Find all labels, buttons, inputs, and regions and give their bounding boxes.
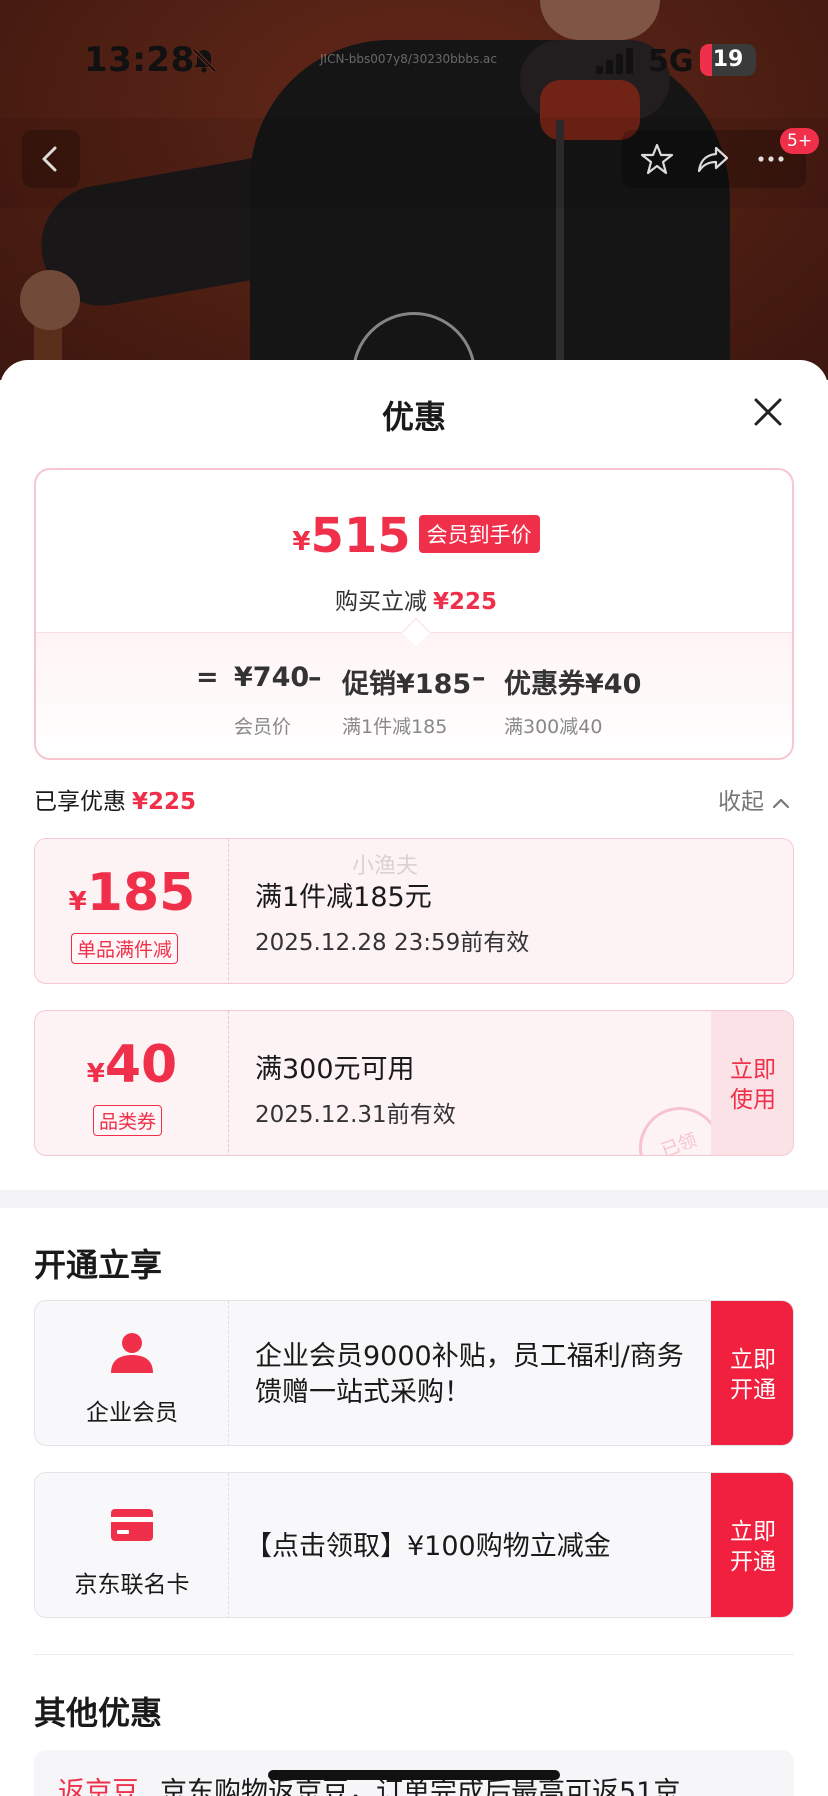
use-now-label-line2: 使用 (730, 1087, 776, 1113)
member-description: 【点击领取】¥100购物立减金 (245, 1531, 611, 1562)
signal-icon (596, 48, 633, 74)
coupon-amount: ¥185 (35, 863, 229, 923)
member-description: 企业会员9000补贴，员工福利/商务馈赠一站式采购！ (255, 1341, 684, 1408)
enjoyed-discount: 已享优惠 ¥225 (34, 782, 196, 816)
formula-coupon: 优惠券¥40 (504, 669, 642, 700)
coupon-amount: ¥40 (35, 1035, 229, 1095)
coupon-valid-date: 2025.12.31前有效 (255, 1102, 456, 1128)
coupon-currency: ¥ (86, 1059, 105, 1089)
section-divider (0, 1190, 828, 1208)
open-now-button[interactable]: 立即 开通 (711, 1473, 793, 1617)
user-watermark: 小渔夫 (352, 854, 419, 879)
message-count-badge: 5+ (780, 128, 820, 154)
star-icon[interactable] (640, 142, 674, 176)
coupon-card[interactable]: ¥40 品类券 满300元可用 2025.12.31前有效 已领 立即 使用 (34, 1010, 794, 1156)
coupon-title: 满300元可用 (255, 1054, 415, 1085)
person-icon (111, 1333, 153, 1373)
reduce-label: 购买立减 (334, 589, 427, 615)
coupon-type: 品类券 (93, 1105, 163, 1136)
member-price-tag: 会员到手价 (418, 515, 540, 553)
open-now-label-line1: 立即 (730, 1347, 776, 1373)
status-bar: 13:28 JICN-bbs007y8/30230bbbs.ac 5G 19 (0, 0, 828, 110)
formula-promo: 促销¥185 (342, 669, 472, 700)
formula-promo-sub: 满1件减185 (342, 716, 448, 738)
battery-icon: 19 (700, 44, 756, 76)
back-button[interactable] (22, 130, 80, 188)
price-summary-card: ¥515 会员到手价 购买立减 ¥225 = ¥740 – 促销¥185 – 优惠券… (34, 468, 794, 760)
formula-base-sub: 会员价 (234, 716, 292, 738)
open-now-button[interactable]: 立即 开通 (711, 1301, 793, 1445)
status-time: 13:28 (84, 40, 195, 80)
formula-equals: = (196, 662, 219, 693)
membership-section-title: 开通立享 (34, 1246, 163, 1284)
coupon-value: 40 (104, 1035, 178, 1095)
member-icon-block: 京东联名卡 (35, 1473, 229, 1617)
coupon-title: 满1件减185元 (255, 882, 432, 913)
formula-coupon-sub: 满300减40 (504, 716, 603, 738)
network-label: 5G (648, 44, 694, 79)
coupon-valid-date: 2025.12.28 23:59前有效 (255, 930, 530, 956)
formula-minus: – (308, 662, 322, 693)
coupon-amount-block: ¥185 单品满件减 (35, 839, 229, 983)
member-label: 企业会员 (86, 1400, 178, 1426)
collapse-label: 收起 (718, 789, 764, 815)
jd-cobrand-card[interactable]: 京东联名卡 【点击领取】¥100购物立减金 立即 开通 (34, 1472, 794, 1618)
member-icon-block: 企业会员 (35, 1301, 229, 1445)
offer-tag: 返京豆 (58, 1777, 139, 1796)
screenshot-watermark: JICN-bbs007y8/30230bbbs.ac (320, 52, 497, 66)
final-price: 515 (310, 508, 411, 564)
use-now-label-line1: 立即 (730, 1057, 776, 1083)
battery-level: 19 (712, 47, 744, 72)
use-now-button[interactable]: 立即 使用 (711, 1011, 793, 1155)
chevron-up-icon (772, 798, 790, 808)
coupon-currency: ¥ (68, 887, 87, 917)
coupon-amount-block: ¥40 品类券 (35, 1011, 229, 1155)
formula-base: ¥740 (234, 662, 310, 693)
sheet-title: 优惠 (381, 398, 446, 436)
currency-symbol: ¥ (292, 527, 311, 557)
coupon-type: 单品满件减 (71, 933, 179, 964)
discount-sheet: 优惠 ¥515 会员到手价 购买立减 ¥225 = ¥740 – 促销¥185 – … (0, 360, 828, 1796)
enterprise-member-card[interactable]: 企业会员 企业会员9000补贴，员工福利/商务馈赠一站式采购！ 立即 开通 (34, 1300, 794, 1446)
member-label: 京东联名卡 (74, 1572, 190, 1598)
share-icon[interactable] (696, 142, 730, 176)
close-icon[interactable] (750, 394, 786, 430)
open-now-label-line2: 开通 (730, 1377, 776, 1403)
top-action-bar (622, 130, 806, 188)
home-indicator (268, 1770, 560, 1780)
enjoyed-amount: ¥225 (132, 789, 197, 815)
open-now-label-line1: 立即 (730, 1519, 776, 1545)
credit-card-icon (111, 1509, 153, 1541)
open-now-label-line2: 开通 (730, 1549, 776, 1575)
enjoyed-label: 已享优惠 (34, 789, 126, 815)
divider (34, 1654, 794, 1655)
reduce-row: 购买立减 ¥225 (36, 582, 792, 616)
collapse-button[interactable]: 收起 (718, 782, 790, 816)
bell-mute-icon (192, 48, 217, 73)
other-offers-title: 其他优惠 (34, 1694, 163, 1732)
chevron-left-icon (42, 146, 57, 172)
coupon-value: 185 (86, 863, 196, 923)
formula-minus: – (472, 662, 486, 693)
reduce-amount: ¥225 (432, 589, 497, 615)
final-price-row: ¥515 会员到手价 (36, 508, 792, 564)
